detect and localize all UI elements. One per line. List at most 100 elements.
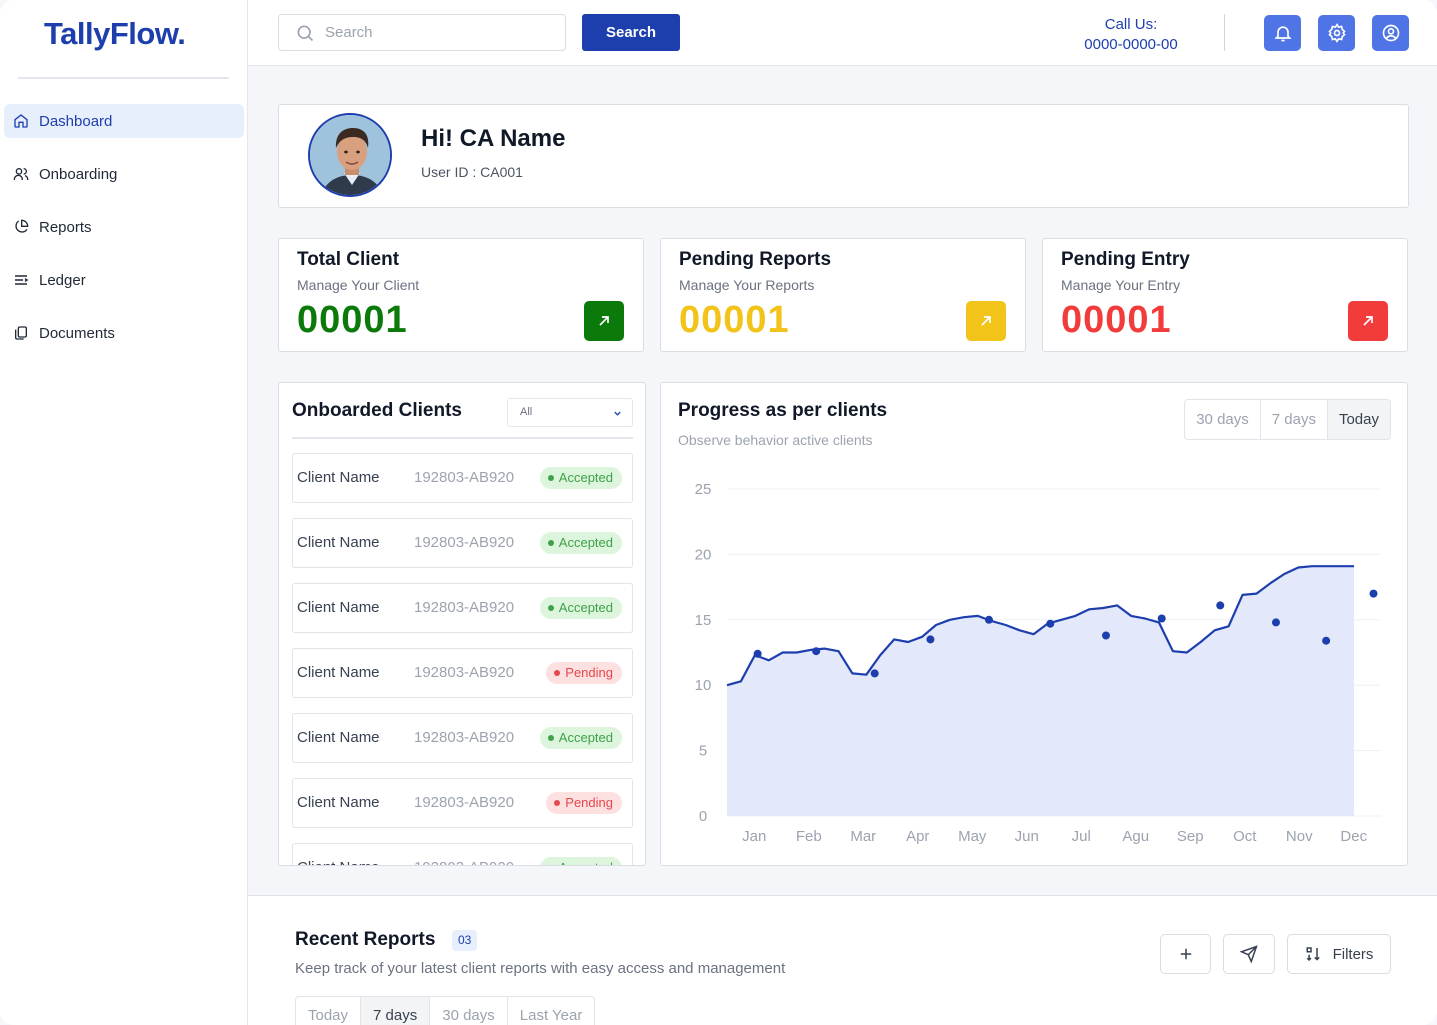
search-input[interactable] [325,24,545,41]
x-tick-label: Agu [1122,828,1149,845]
stat-value: 00001 [679,299,790,341]
user-id: User ID : CA001 [421,164,523,180]
client-filter-value: All [520,406,533,418]
client-id: 192803-AB920 [414,469,515,486]
recent-reports-section: Recent Reports 03 Keep track of your lat… [248,896,1437,1025]
profile-card: Hi! CA Name User ID : CA001 [278,104,1409,208]
open-total-client-button[interactable] [584,301,624,341]
client-name: Client Name [297,599,380,616]
arrow-up-right-icon [599,316,609,326]
range-30-days[interactable]: 30 days [1185,400,1261,439]
chart-subtitle: Observe behavior active clients [678,432,873,448]
chart-title: Progress as per clients [678,400,888,421]
profile-button[interactable] [1372,15,1409,51]
sidebar-item-reports[interactable]: Reports [4,210,244,244]
table-row[interactable]: Client Name 192803-AB920 Pending [292,778,633,828]
reports-range-today[interactable]: Today [296,997,362,1025]
recent-reports-count-badge: 03 [452,930,478,951]
client-id: 192803-AB920 [414,599,515,616]
filters-label: Filters [1332,945,1374,963]
sidebar-item-documents[interactable]: Documents [4,316,244,350]
data-point [1157,614,1166,623]
call-label: Call Us: [1104,16,1158,33]
home-icon [14,114,28,128]
sidebar-nav: Dashboard Onboarding Reports Ledger Docu… [4,104,244,369]
sidebar: TallyFlow. Dashboard Onboarding Reports … [0,0,248,1025]
data-point [984,615,993,624]
data-point [1046,619,1055,628]
range-today[interactable]: Today [1327,400,1390,439]
x-tick-label: Feb [796,828,822,845]
brand-logo[interactable]: TallyFlow. [44,16,186,52]
client-id: 192803-AB920 [414,664,515,681]
range-7-days[interactable]: 7 days [1261,400,1328,439]
filters-button[interactable]: Filters [1287,934,1391,974]
client-filter-select[interactable]: All [507,398,633,427]
call-us: Call Us: 0000-0000-00 [1078,15,1184,55]
table-row[interactable]: Client Name 192803-AB920 Accepted [292,518,633,568]
sidebar-item-onboarding[interactable]: Onboarding [4,157,244,191]
call-number[interactable]: 0000-0000-00 [1078,35,1184,55]
table-row[interactable]: Client Name 192803-AB920 Pending [292,648,633,698]
series-area [727,566,1354,816]
status-badge: Pending [546,792,622,814]
onboarded-clients-card: Onboarded Clients All Client Name 192803-… [278,382,646,866]
client-name: Client Name [297,534,380,551]
avatar [308,113,392,197]
client-id: 192803-AB920 [414,859,514,865]
stat-title: Pending Entry [1061,249,1190,270]
recent-reports-subtitle: Keep track of your latest client reports… [295,960,786,977]
open-pending-reports-button[interactable] [966,301,1006,341]
header-divider [1224,14,1225,51]
stat-card-pending-reports: Pending Reports Manage Your Reports 0000… [660,238,1026,352]
settings-button[interactable] [1318,15,1355,51]
x-tick-label: Jun [1015,828,1039,845]
send-report-button[interactable] [1223,934,1275,974]
status-badge: Pending [546,662,622,684]
arrow-up-right-icon [981,316,991,326]
search-box[interactable] [278,14,566,51]
sidebar-item-label: Onboarding [39,165,118,183]
sidebar-item-label: Dashboard [39,112,113,130]
data-point [1322,636,1331,645]
y-tick-label: 10 [695,677,712,694]
status-badge: Accepted [539,532,622,554]
sidebar-item-ledger[interactable]: Ledger [4,263,244,297]
data-point [926,635,935,644]
client-name: Client Name [297,729,380,746]
sidebar-item-dashboard[interactable]: Dashboard [4,104,244,138]
data-point [753,649,762,658]
client-name: Client Name [297,859,380,865]
data-point [1101,631,1110,640]
documents-icon [15,326,27,340]
add-report-button[interactable] [1160,934,1211,974]
client-id: 192803-AB920 [414,729,515,746]
table-row[interactable]: Client Name 192803-AB920 Accepted [292,453,633,503]
chevron-down-icon [614,411,621,416]
onboarded-divider [292,437,633,439]
stat-value: 00001 [297,299,408,341]
reports-range-last-year[interactable]: Last Year [508,997,595,1025]
table-row[interactable]: Client Name 192803-AB920 Accepted [292,583,633,633]
stat-title: Pending Reports [679,249,832,270]
stat-card-pending-entry: Pending Entry Manage Your Entry 00001 [1042,238,1408,352]
search-button[interactable]: Search [582,14,680,51]
data-point [870,669,879,678]
table-row[interactable]: Client Name 192803-AB920 Accepted [292,713,633,763]
table-row[interactable]: Client Name 192803-AB920 Accepted [292,843,633,865]
reports-range-30-days[interactable]: 30 days [430,997,508,1025]
reports-range-7-days[interactable]: 7 days [361,997,431,1025]
open-pending-entry-button[interactable] [1348,301,1388,341]
y-tick-label: 0 [699,808,707,825]
greeting-title: Hi! CA Name [421,125,566,152]
status-badge: Accepted [539,857,622,865]
list-icon [15,275,29,285]
stat-card-total-client: Total Client Manage Your Client 00001 [278,238,644,352]
x-tick-label: Dec [1340,828,1367,845]
client-list[interactable]: Client Name 192803-AB920 Accepted Client Na… [292,453,633,865]
status-badge: Accepted [539,727,622,749]
stat-subtitle: Manage Your Client [297,277,420,293]
notifications-button[interactable] [1264,15,1301,51]
stat-value: 00001 [1061,299,1172,341]
client-id: 192803-AB920 [414,794,515,811]
